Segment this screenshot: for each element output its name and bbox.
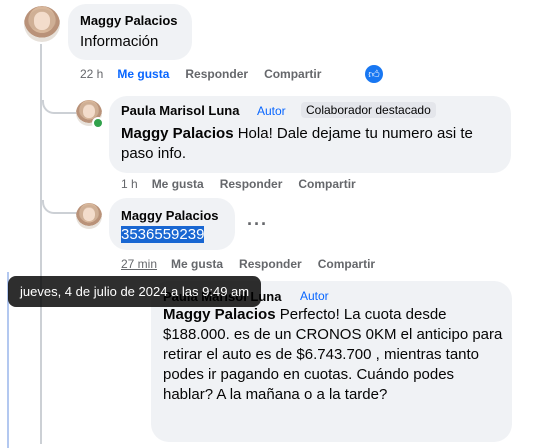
reply-button[interactable]: Responder <box>185 67 248 81</box>
avatar[interactable] <box>24 6 60 42</box>
timestamp-tooltip: jueves, 4 de julio de 2024 a las 9:49 am <box>8 276 262 307</box>
author-badge: Autor <box>300 289 329 303</box>
mention-link[interactable]: Maggy Palacios <box>121 125 234 142</box>
comment-timestamp[interactable]: 1 h <box>121 177 138 191</box>
like-button[interactable]: Me gusta <box>152 177 204 191</box>
comment-timestamp[interactable]: 22 h <box>80 67 103 81</box>
comment-text: Maggy Palacios Hola! Dale dejame tu nume… <box>121 124 501 164</box>
author-badge: Autor <box>257 104 286 118</box>
comment-actions: 1 h Me gusta Responder Compartir <box>121 177 372 191</box>
comment-text: Información <box>80 33 159 50</box>
share-button[interactable]: Compartir <box>318 257 375 271</box>
avatar[interactable] <box>76 203 102 229</box>
mention-link[interactable]: Maggy Palacios <box>163 306 276 323</box>
comment-actions: 27 min Me gusta Responder Compartir <box>121 257 391 271</box>
reply-button[interactable]: Responder <box>239 257 302 271</box>
thumbs-up-icon[interactable]: 👍︎ <box>365 65 383 83</box>
comment-timestamp[interactable]: 27 min <box>121 257 157 271</box>
comment-text: Maggy Palacios Perfecto! La cuota desde … <box>163 305 503 405</box>
like-button[interactable]: Me gusta <box>171 257 223 271</box>
comment-author[interactable]: Maggy Palacios <box>80 13 178 28</box>
share-button[interactable]: Compartir <box>298 177 355 191</box>
comment-author[interactable]: Paula Marisol Luna <box>121 103 239 118</box>
comment-author[interactable]: Maggy Palacios <box>121 208 219 223</box>
top-contributor-badge[interactable]: Colaborador destacado <box>301 102 436 118</box>
comment-text: 3536559239 <box>121 225 205 245</box>
reply-button[interactable]: Responder <box>220 177 283 191</box>
thread-curve-reply1 <box>42 100 78 114</box>
selected-phone-number: 3536559239 <box>121 226 205 243</box>
like-button[interactable]: Me gusta <box>117 67 169 81</box>
share-button[interactable]: Compartir <box>264 67 321 81</box>
thread-curve-reply2 <box>42 200 78 214</box>
more-options-icon[interactable]: ··· <box>247 214 268 235</box>
online-status-indicator <box>92 117 104 129</box>
comment-actions: 22 h Me gusta Responder Compartir <box>80 67 337 81</box>
